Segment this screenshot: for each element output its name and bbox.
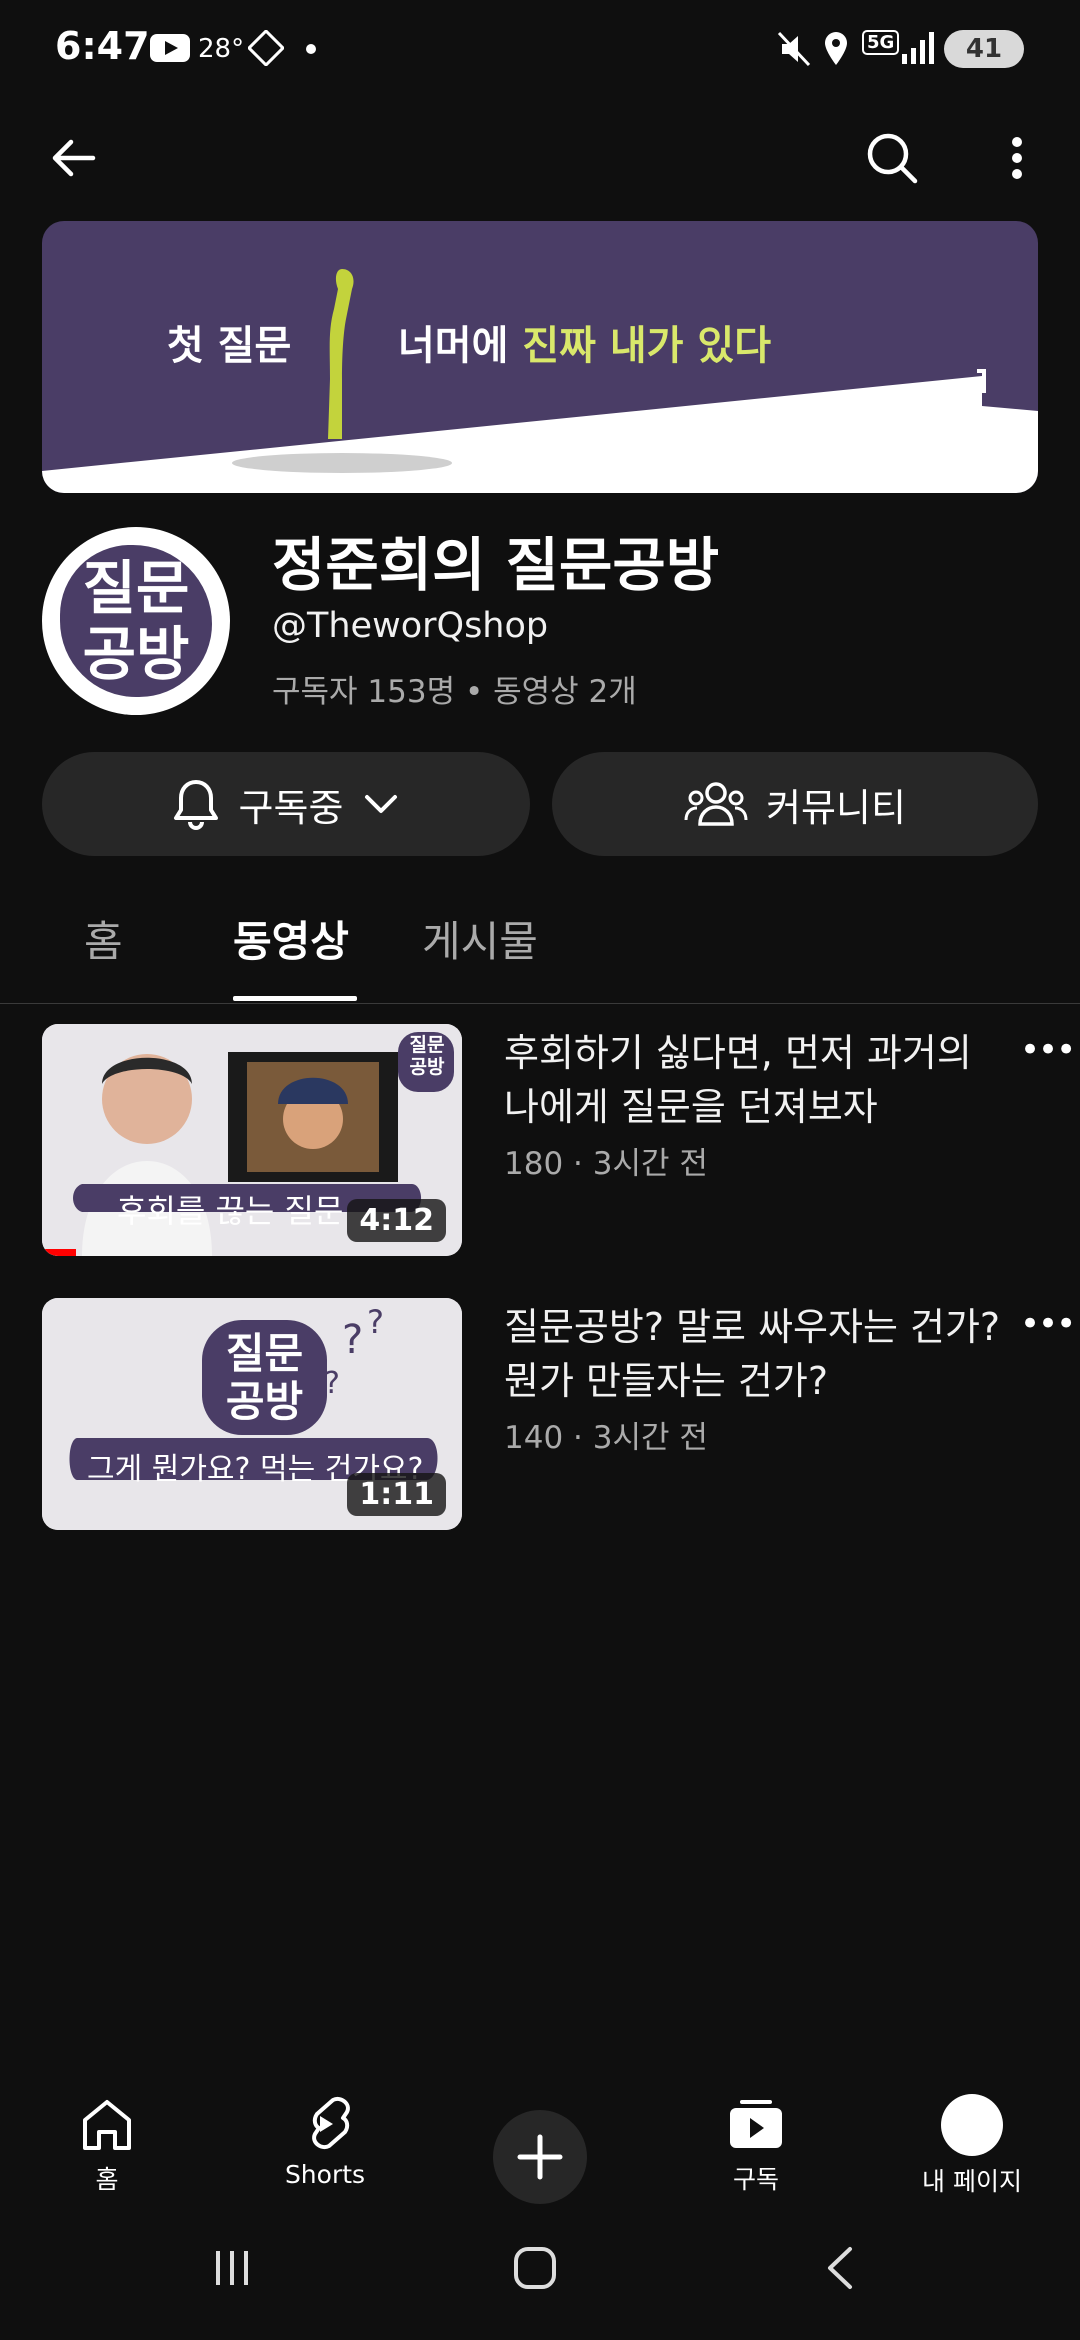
community-label: 커뮤니티 [766,785,906,830]
avatar-text-2: 공방 [82,620,190,688]
location-icon [825,32,847,65]
tabs-divider [0,1003,1080,1004]
channel-avatar[interactable]: 질문 공방 [42,527,230,715]
video-duration: 4:12 [347,1199,446,1242]
watch-progress-bar [42,1249,76,1256]
video-meta: 140 · 3시간 전 [504,1420,708,1456]
active-tab-indicator [233,996,357,1001]
tab-posts[interactable]: 게시물 [422,908,538,969]
arrow-left-icon [52,139,96,177]
thumbnail-logo: 질문 공방 [225,1329,304,1426]
back-button[interactable] [33,118,113,198]
avatar-icon [941,2094,1003,2156]
banner-highlight: 진짜 내가 있다 [522,323,771,369]
subscriptions-icon [730,2100,782,2148]
banner-text-2: 너머에 진짜 내가 있다 [398,323,771,369]
subscribe-button[interactable]: 구독중 [42,752,530,856]
nav-label: 구독 [732,2165,779,2194]
back-system-icon[interactable] [820,2245,860,2291]
home-system-icon[interactable] [512,2245,558,2291]
status-time: 6:47 [55,24,150,68]
svg-text:?: ? [342,1317,363,1363]
status-temperature: 28° [198,34,245,64]
recent-apps-icon[interactable] [210,2245,254,2289]
more-options-button[interactable] [977,118,1057,198]
nav-subscriptions[interactable]: 구독 [676,2094,836,2196]
channel-handle: @TheworQshop [272,606,549,646]
community-icon [684,782,748,826]
video-duration: 1:11 [347,1473,446,1516]
nav-home[interactable]: 홈 [27,2094,187,2196]
avatar-text-1: 질문 [82,554,190,622]
video-thumbnail[interactable]: 질문 공방 후회를 끊는 질문 4:12 [42,1024,462,1256]
video-meta: 180 · 3시간 전 [504,1146,708,1182]
channel-stats: 구독자 153명 • 동영상 2개 [272,674,637,710]
home-icon [83,2100,131,2150]
battery-level: 41 [965,34,1003,64]
video-title[interactable]: 질문공방? 말로 싸우자는 건가? 뭔가 만들자는 건가? [504,1300,1004,1408]
video-more-button[interactable]: ••• [1020,1304,1076,1344]
chevron-down-icon [365,795,398,813]
svg-text:?: ? [367,1303,384,1341]
network-type: 5G [862,30,900,55]
youtube-notification-icon [150,34,190,62]
tab-videos[interactable]: 동영상 [233,908,349,969]
nav-label: Shorts [284,2160,366,2189]
create-button[interactable] [493,2110,587,2204]
more-vertical-icon [1012,137,1022,179]
signal-icon [902,32,934,64]
nav-my-page[interactable]: 내 페이지 [892,2094,1052,2198]
channel-banner: 첫 질문 너머에 진짜 내가 있다 [42,221,1038,493]
nav-label: 홈 [95,2165,119,2194]
video-title[interactable]: 후회하기 싫다면, 먼저 과거의 나에게 질문을 던져보자 [504,1026,1004,1134]
nav-shorts[interactable]: Shorts [245,2094,405,2189]
screenshot-notification-icon [248,30,284,66]
thumbnail-caption: 후회를 끊는 질문 [117,1192,344,1230]
svg-text:?: ? [324,1366,340,1401]
video-thumbnail[interactable]: ? ? ? 질문 공방 그게 뭔가요? 먹는 건가요? 1:11 [42,1298,462,1530]
community-button[interactable]: 커뮤니티 [552,752,1038,856]
create-icon [517,2134,563,2180]
banner-text-1: 첫 질문 [167,323,292,369]
bell-icon [173,780,218,830]
search-button[interactable] [852,118,932,198]
tab-home[interactable]: 홈 [84,908,123,969]
thumbnail-logo: 질문 공방 [409,1034,445,1078]
search-icon [867,133,918,184]
nav-label: 내 페이지 [922,2167,1022,2196]
subscribe-label: 구독중 [238,785,344,830]
channel-name: 정준희의 질문공방 [272,531,720,599]
battery-indicator: 41 [944,30,1024,68]
mute-icon [777,31,811,67]
notification-dot-icon [306,44,316,54]
video-more-button[interactable]: ••• [1020,1030,1076,1070]
shorts-icon [312,2097,350,2149]
